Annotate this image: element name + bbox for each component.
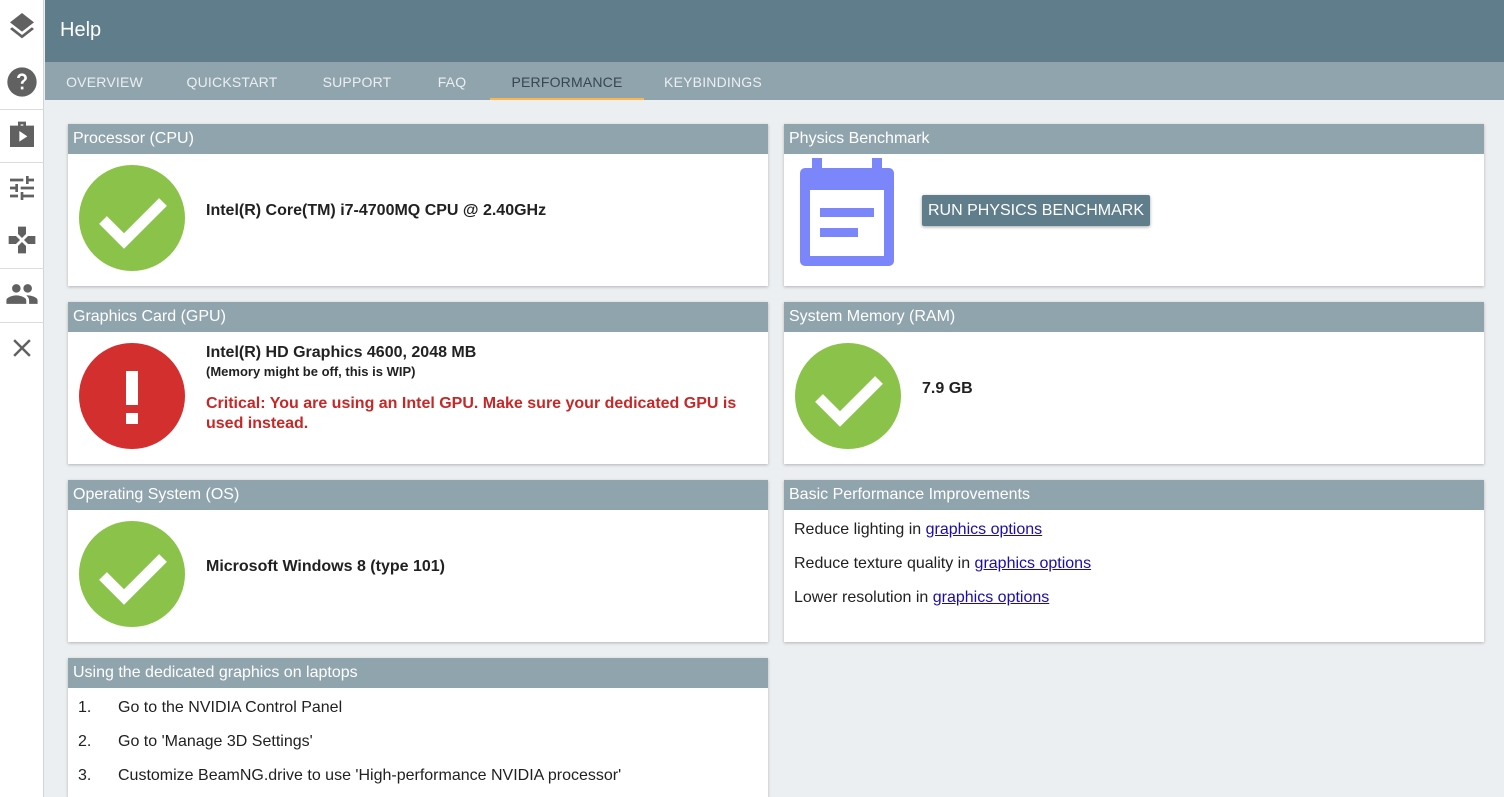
list-item: Lower resolution in graphics options — [794, 589, 1050, 606]
laptop-graphics-card: Using the dedicated graphics on laptops … — [68, 658, 768, 797]
tab-faq[interactable]: FAQ — [414, 62, 490, 100]
cpu-name: Intel(R) Core(TM) i7-4700MQ CPU @ 2.40GH… — [206, 202, 547, 219]
list-item: 1. Go to the NVIDIA Control Panel — [78, 699, 343, 716]
os-name: Microsoft Windows 8 (type 101) — [206, 558, 445, 575]
people-icon[interactable] — [0, 269, 44, 319]
list-item: Reduce texture quality in graphics optio… — [794, 555, 1092, 572]
gpu-name: Intel(R) HD Graphics 4600, 2048 MB — [206, 344, 477, 361]
tab-keybindings[interactable]: KEYBINDINGS — [644, 62, 782, 100]
app-header: Help — [45, 0, 1504, 62]
tab-bar: OVERVIEW QUICKSTART SUPPORT FAQ PERFORMA… — [45, 62, 1504, 100]
card-title: Basic Performance Improvements — [784, 480, 1484, 510]
page-title: Help — [60, 19, 102, 41]
card-title: Processor (CPU) — [68, 124, 768, 154]
tab-performance[interactable]: PERFORMANCE — [490, 62, 644, 100]
calendar-icon — [798, 158, 896, 273]
tab-overview[interactable]: OVERVIEW — [45, 62, 164, 100]
gpu-warning: Critical: You are using an Intel GPU. Ma… — [206, 395, 737, 432]
side-nav — [0, 0, 44, 797]
ram-card: System Memory (RAM) 7.9 GB — [784, 302, 1484, 464]
run-physics-benchmark-button[interactable]: RUN PHYSICS BENCHMARK — [922, 195, 1151, 226]
help-icon[interactable] — [0, 57, 44, 107]
improvements-card: Basic Performance Improvements Reduce li… — [784, 480, 1484, 642]
graphics-options-link[interactable]: graphics options — [933, 589, 1050, 606]
cpu-card: Processor (CPU) Intel(R) Core(TM) i7-470… — [68, 124, 768, 286]
list-item: 3. Customize BeamNG.drive to use 'High-pe… — [78, 767, 622, 784]
tab-quickstart[interactable]: QUICKSTART — [164, 62, 300, 100]
gpu-note: (Memory might be off, this is WIP) — [206, 364, 416, 379]
card-title: System Memory (RAM) — [784, 302, 1484, 332]
physics-card: Physics Benchmark RUN PHYSICS BENCHMARK — [784, 124, 1484, 286]
play-case-icon[interactable] — [0, 110, 44, 160]
gpu-card: Graphics Card (GPU) Intel(R) HD Graphics… — [68, 302, 768, 464]
gamepad-icon[interactable] — [0, 215, 44, 265]
check-icon — [79, 521, 185, 627]
tab-support[interactable]: SUPPORT — [300, 62, 414, 100]
card-title: Using the dedicated graphics on laptops — [68, 658, 768, 688]
os-card: Operating System (OS) Microsoft Windows … — [68, 480, 768, 642]
graphics-options-link[interactable]: graphics options — [926, 521, 1043, 538]
graphics-options-link[interactable]: graphics options — [975, 555, 1092, 572]
check-icon — [795, 343, 901, 449]
tune-icon[interactable] — [0, 163, 44, 213]
card-title: Physics Benchmark — [784, 124, 1484, 154]
list-item: 2. Go to 'Manage 3D Settings' — [78, 733, 313, 750]
close-icon[interactable] — [0, 323, 44, 373]
check-icon — [79, 165, 185, 271]
card-title: Graphics Card (GPU) — [68, 302, 768, 332]
ram-amount: 7.9 GB — [922, 380, 973, 397]
list-item: Reduce lighting in graphics options — [794, 521, 1043, 538]
card-title: Operating System (OS) — [68, 480, 768, 510]
layers-icon[interactable] — [0, 4, 44, 54]
alert-icon — [79, 343, 185, 449]
